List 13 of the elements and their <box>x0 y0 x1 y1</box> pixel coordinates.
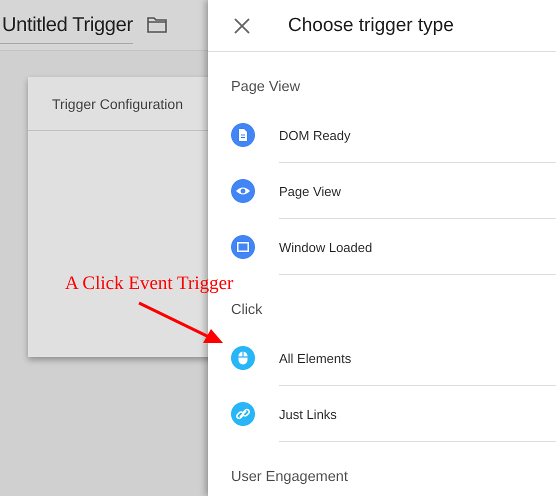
section-label: Page View <box>231 79 300 95</box>
trigger-type-item[interactable]: Page View <box>279 163 556 219</box>
trigger-type-item[interactable]: Just Links <box>279 386 556 442</box>
card-title: Trigger Configuration <box>52 96 183 112</box>
annotation-text: A Click Event Trigger <box>65 273 234 295</box>
trigger-type-item[interactable]: DOM Ready <box>279 107 556 163</box>
trigger-type-item[interactable]: Window Loaded <box>279 219 556 275</box>
folder-icon[interactable] <box>146 17 167 33</box>
close-icon[interactable] <box>234 18 250 34</box>
section-label: Click <box>231 302 262 318</box>
trigger-type-item[interactable]: All Elements <box>279 330 556 386</box>
section-label: User Engagement <box>231 469 348 485</box>
panel-title: Choose trigger type <box>288 14 454 36</box>
